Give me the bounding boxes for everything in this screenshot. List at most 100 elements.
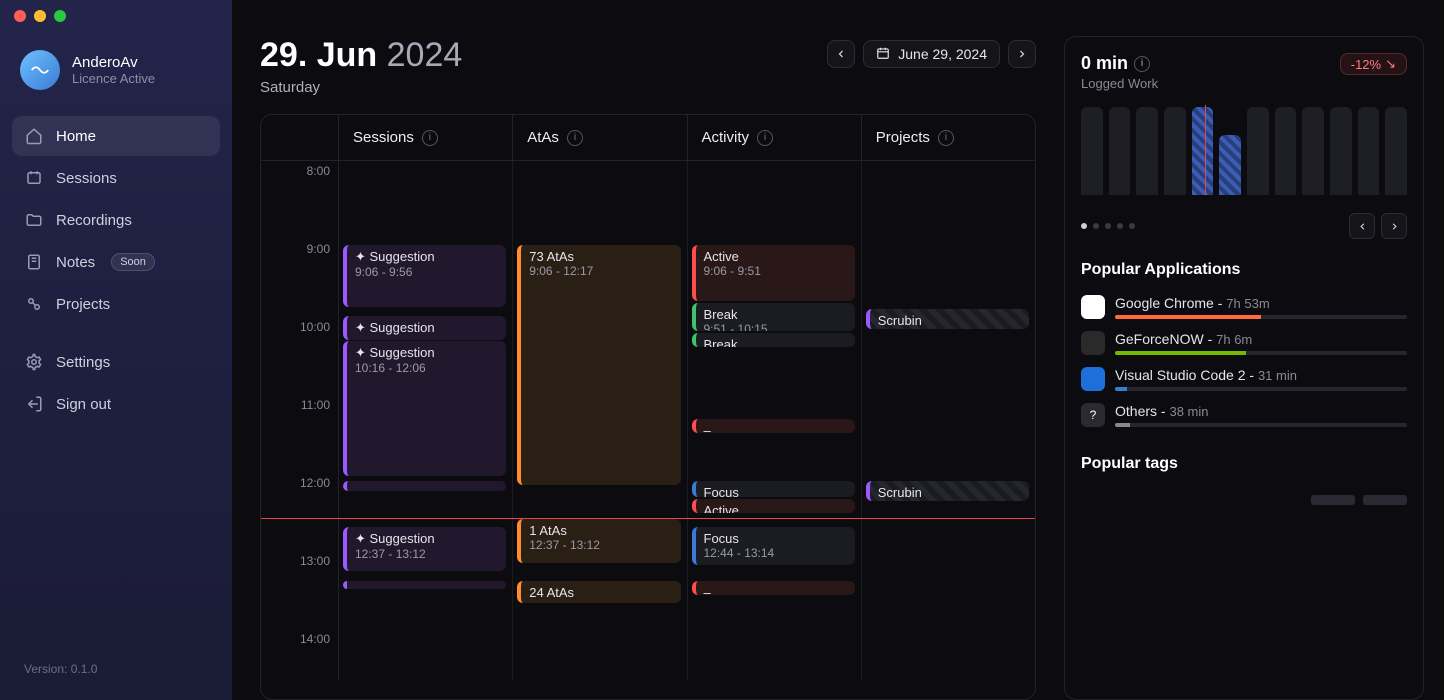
timeline-event[interactable]: – (692, 581, 855, 595)
tags-placeholder (1081, 495, 1407, 505)
event-time: 9:06 - 9:56 (355, 265, 498, 279)
delta-value: -12% (1351, 57, 1381, 72)
info-icon[interactable]: i (567, 130, 583, 146)
info-icon[interactable]: i (757, 130, 773, 146)
timeline-event[interactable] (343, 481, 506, 491)
timeline-column-activity: Active9:06 - 9:51Break9:51 - 10:15Break–… (688, 161, 862, 681)
timeline-event[interactable]: Focus (692, 481, 855, 497)
app-name: Others - (1115, 403, 1169, 419)
app-duration: 31 min (1258, 368, 1297, 383)
event-time: 12:37 - 13:12 (355, 547, 498, 561)
event-title: 1 AtAs (529, 523, 672, 538)
event-title: ✦ Suggestion (355, 531, 498, 547)
timeline-event[interactable]: Break (692, 333, 855, 347)
sidebar-item-sessions[interactable]: Sessions (12, 158, 220, 198)
popular-tags-title: Popular tags (1081, 455, 1407, 473)
sidebar-item-projects[interactable]: Projects (12, 284, 220, 324)
version-label: Version: 0.1.0 (12, 654, 220, 684)
profile-block[interactable]: AnderoAv Licence Active (12, 42, 220, 98)
info-icon[interactable]: i (938, 130, 954, 146)
close-window-icon[interactable] (14, 10, 26, 22)
timeline-event[interactable]: 24 AtAs (517, 581, 680, 603)
timeline-event[interactable]: ✦ Suggestion (343, 316, 506, 340)
hour-label: 12:00 (300, 476, 330, 490)
maximize-window-icon[interactable] (54, 10, 66, 22)
page-title: 29. Jun 2024 (260, 36, 462, 75)
timeline-event[interactable]: – (692, 419, 855, 433)
hour-label: 13:00 (300, 554, 330, 568)
timeline-event[interactable]: Scrubin (866, 309, 1029, 329)
next-day-button[interactable] (1008, 40, 1036, 68)
sidebar-item-label: Settings (56, 354, 110, 371)
event-title: Break (704, 307, 847, 322)
chart-prev-button[interactable] (1349, 213, 1375, 239)
app-usage-bar (1115, 315, 1407, 319)
profile-name: AnderoAv (72, 54, 155, 71)
app-row[interactable]: Google Chrome - 7h 53m (1081, 289, 1407, 325)
event-title: ✦ Suggestion (355, 249, 498, 265)
trend-down-icon: ↘ (1385, 56, 1396, 72)
column-header-sessions: Sessions i (339, 115, 513, 160)
nav: Home Sessions Recordings Notes Soon Proj… (12, 116, 220, 424)
app-text: Visual Studio Code 2 - 31 min (1115, 367, 1407, 391)
calendar-icon (876, 46, 890, 63)
event-title: Active (704, 249, 847, 264)
timeline-event[interactable]: ✦ Suggestion9:06 - 9:56 (343, 245, 506, 307)
right-panel: 0 min i Logged Work -12% ↘ (1064, 36, 1424, 700)
prev-day-button[interactable] (827, 40, 855, 68)
timeline-event[interactable]: 73 AtAs9:06 - 12:17 (517, 245, 680, 485)
timeline-event[interactable]: ✦ Suggestion12:37 - 13:12 (343, 527, 506, 571)
hour-label: 8:00 (307, 164, 330, 178)
signout-icon (24, 394, 44, 414)
projects-icon (24, 294, 44, 314)
sidebar-item-recordings[interactable]: Recordings (12, 200, 220, 240)
timeline-event[interactable]: Scrubin (866, 481, 1029, 501)
timeline-event[interactable]: Active9:06 - 9:51 (692, 245, 855, 301)
timeline-event[interactable]: ✦ Suggestion10:16 - 12:06 (343, 341, 506, 476)
event-time: 10:16 - 12:06 (355, 361, 498, 375)
hour-label: 9:00 (307, 242, 330, 256)
date-picker-button[interactable]: June 29, 2024 (863, 40, 1000, 68)
column-label: Sessions (353, 129, 414, 146)
app-icon: ? (1081, 403, 1105, 427)
sidebar-item-label: Home (56, 128, 96, 145)
app-row[interactable]: GeForceNOW - 7h 6m (1081, 325, 1407, 361)
info-icon[interactable]: i (422, 130, 438, 146)
title-day-month: 29. Jun (260, 36, 377, 74)
app-row[interactable]: ?Others - 38 min (1081, 397, 1407, 433)
timeline-event[interactable]: Break9:51 - 10:15 (692, 303, 855, 331)
timeline-event[interactable]: Active (692, 499, 855, 513)
chart-next-button[interactable] (1381, 213, 1407, 239)
minimize-window-icon[interactable] (34, 10, 46, 22)
hour-label: 14:00 (300, 632, 330, 646)
sessions-icon (24, 168, 44, 188)
app-name: Visual Studio Code 2 - (1115, 367, 1258, 383)
sidebar-item-signout[interactable]: Sign out (12, 384, 220, 424)
app-usage-bar (1115, 351, 1407, 355)
column-header-atas: AtAs i (513, 115, 687, 160)
event-title: Scrubin (878, 313, 1021, 328)
mini-bar-chart (1081, 105, 1407, 195)
sidebar-item-label: Sessions (56, 170, 117, 187)
column-header-activity: Activity i (688, 115, 862, 160)
sidebar-item-home[interactable]: Home (12, 116, 220, 156)
gear-icon (24, 352, 44, 372)
hour-label: 10:00 (300, 320, 330, 334)
event-time: 12:44 - 13:14 (704, 546, 847, 560)
apps-list: Google Chrome - 7h 53mGeForceNOW - 7h 6m… (1081, 289, 1407, 433)
app-name: Google Chrome - (1115, 295, 1226, 311)
app-row[interactable]: Visual Studio Code 2 - 31 min (1081, 361, 1407, 397)
profile-licence: Licence Active (72, 71, 155, 86)
sidebar-item-settings[interactable]: Settings (12, 342, 220, 382)
app-duration: 7h 53m (1226, 296, 1269, 311)
timeline-event[interactable]: Focus12:44 - 13:14 (692, 527, 855, 565)
timeline-body[interactable]: 8:009:0010:0011:0012:0013:0014:00 ✦ Sugg… (261, 161, 1035, 681)
event-title: Scrubin (878, 485, 1021, 500)
timeline-event[interactable] (343, 581, 506, 589)
page-subtitle: Saturday (260, 79, 462, 96)
avatar (20, 50, 60, 90)
timeline-event[interactable]: 1 AtAs12:37 - 13:12 (517, 519, 680, 563)
info-icon[interactable]: i (1134, 56, 1150, 72)
sidebar-item-notes[interactable]: Notes Soon (12, 242, 220, 282)
app-usage-bar (1115, 387, 1407, 391)
